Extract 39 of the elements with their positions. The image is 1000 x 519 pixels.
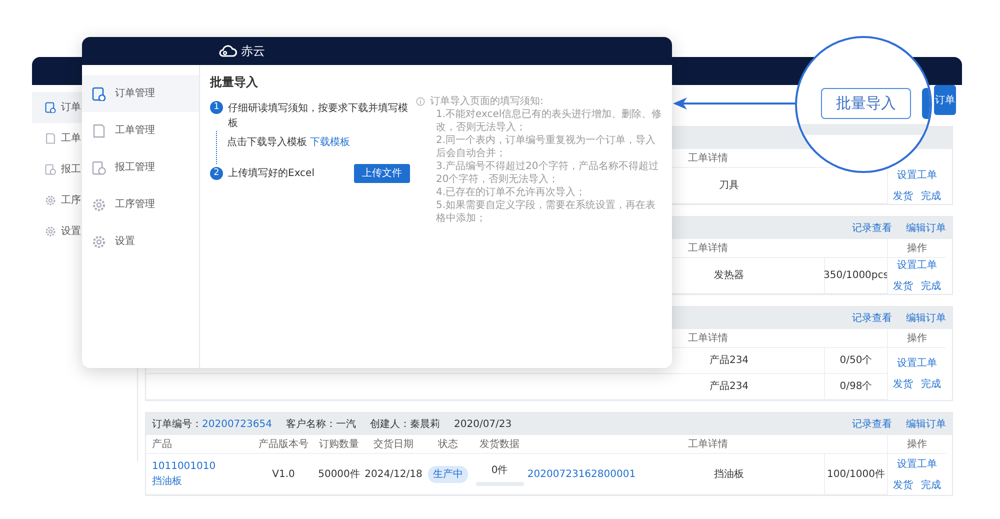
hint-text: 点击下载导入模板 [227, 137, 307, 148]
column-header: 操作 [887, 329, 946, 348]
notes-title: 订单导入页面的填写须知: [430, 95, 544, 108]
quantity-text: 0/50个 [840, 354, 872, 368]
column-header: 订购数量 [317, 435, 361, 454]
shipped-count: 0件 [491, 464, 508, 478]
note-line: 4.已存在的订单不允许再次导入； [435, 186, 587, 199]
table-cell-text: 刀具 [719, 179, 739, 193]
quantity-text: 0/98个 [840, 380, 872, 394]
table-cell-text: 产品234 [709, 380, 749, 394]
table-cell-text: 2024/12/18 [364, 468, 422, 482]
brand-name: 赤云 [241, 43, 265, 60]
step-text: 仔细研读填写须知，按要求下载并填写模板 [228, 102, 409, 131]
column-header: 操作 [887, 435, 946, 454]
column-header: 产品版本号 [250, 435, 317, 454]
table-cell-text: 发热器 [714, 269, 744, 283]
dialog-title: 批量导入 [210, 74, 259, 91]
column-header: 工单详情 [529, 435, 887, 454]
quantity-text: 350/1000pcs [824, 269, 888, 283]
creator-name: 创建人：秦晨莉 [370, 418, 440, 432]
note-line: 1.不能对excel信息已有的表头进行增加、删除、修改，否则无法导入； [435, 108, 662, 134]
created-date: 2020/07/23 [454, 418, 512, 432]
order-number-label: 订单编号： [152, 418, 202, 430]
step-text: 上传填写好的Excel [228, 166, 314, 181]
note-line: 5.如果需要自定义字段，需要在系统设置，再在表格中添加； [435, 199, 657, 225]
column-header: 交货日期 [361, 435, 426, 454]
column-header: 发货数据 [470, 435, 529, 454]
step-number: 1 [210, 101, 223, 114]
column-header: 操作 [887, 239, 946, 258]
table-cell-text: 50000件 [318, 468, 360, 482]
status-badge: 生产中 [428, 466, 468, 482]
table-cell-text: 产品234 [709, 354, 749, 368]
table-cell-text: V1.0 [272, 468, 295, 482]
step-number: 2 [210, 167, 223, 180]
customer-name: 客户名称：一汽 [286, 418, 356, 432]
column-header: 状态 [426, 435, 470, 454]
quantity-text: 100/1000件 [827, 468, 885, 482]
table-cell-text: 挡油板 [714, 468, 744, 482]
column-header: 产品 [146, 435, 250, 454]
